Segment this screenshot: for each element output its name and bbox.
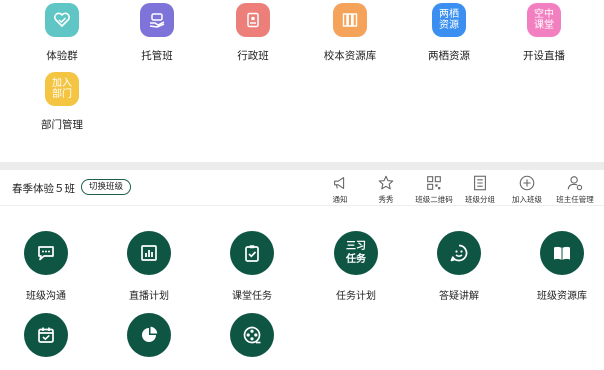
- app-tuoguanban[interactable]: 托管班: [107, 3, 207, 63]
- app-tiyanqun[interactable]: 体验群: [12, 3, 112, 63]
- fn-class-task[interactable]: 课堂任务: [202, 231, 302, 302]
- hand-care-icon: [140, 3, 174, 37]
- app-xiaoben[interactable]: 校本资源库: [300, 3, 400, 63]
- app-label: 托管班: [141, 50, 173, 62]
- tool-join[interactable]: 加入班级: [504, 174, 550, 205]
- fn-statistics[interactable]: [99, 313, 199, 357]
- app-label: 校本资源库: [323, 50, 377, 62]
- tool-notice[interactable]: 通知: [317, 174, 363, 205]
- fn-live-plan[interactable]: 直播计划: [99, 231, 199, 302]
- switch-class-button[interactable]: 切换班级: [81, 179, 132, 195]
- icon-text: 三习 任务: [346, 241, 366, 265]
- tool-label: 加入班级: [512, 195, 542, 204]
- app-bumen[interactable]: 加入 部门 部门管理: [12, 72, 112, 132]
- app-label: 行政班: [237, 50, 269, 62]
- fn-qa[interactable]: 答疑讲解: [409, 231, 509, 302]
- fn-label: 任务计划: [336, 291, 376, 302]
- app-label: 两栖资源: [428, 50, 470, 62]
- tool-label: 秀秀: [378, 195, 394, 204]
- film-reel-icon: [230, 313, 274, 357]
- app-label: 开设直播: [523, 50, 565, 62]
- smile-chat-icon: [437, 231, 481, 275]
- fn-label: 课堂任务: [232, 291, 272, 302]
- star-icon: [378, 175, 394, 190]
- user-gear-icon: [567, 176, 583, 191]
- fn-class-resources[interactable]: 班级资源库: [512, 231, 604, 302]
- tool-group[interactable]: 班级分组: [457, 174, 503, 205]
- fn-video[interactable]: [202, 313, 302, 357]
- megaphone-icon: [334, 177, 345, 189]
- fn-label: 班级沟通: [26, 291, 66, 302]
- calendar-check-icon: [24, 313, 68, 357]
- app-liangqi[interactable]: 两栖 资源 两栖资源: [399, 3, 499, 63]
- app-label: 部门管理: [41, 119, 83, 131]
- text-badge-icon: 加入 部门: [45, 72, 79, 106]
- fn-label: 直播计划: [129, 291, 169, 302]
- list-icon: [474, 175, 486, 191]
- plus-circle-icon: [519, 175, 535, 191]
- qrcode-icon: [427, 176, 441, 190]
- clipboard-icon: [236, 3, 270, 37]
- text-badge-icon: 空中 课堂: [527, 3, 561, 37]
- class-name: 春季体验５班: [12, 183, 75, 195]
- text-icon: 三习 任务: [334, 231, 378, 275]
- fn-label: 答疑讲解: [439, 291, 479, 302]
- app-xingzhengban[interactable]: 行政班: [203, 3, 303, 63]
- app-grid: 体验群 托管班 行政班 校本资源库 两栖 资源 两栖资源 空中 课堂 开设直播 …: [0, 0, 604, 160]
- fn-task-plan[interactable]: 三习 任务 任务计划: [306, 231, 406, 302]
- app-zhibo[interactable]: 空中 课堂 开设直播: [494, 3, 594, 63]
- tool-xiuxiu[interactable]: 秀秀: [363, 174, 409, 205]
- chat-bubble-icon: [24, 231, 68, 275]
- tool-label: 班级二维码: [415, 195, 453, 204]
- books-icon: [333, 3, 367, 37]
- fn-label: 班级资源库: [537, 291, 587, 302]
- open-book-icon: [540, 231, 584, 275]
- tool-teacher-admin[interactable]: 班主任管理: [552, 174, 598, 205]
- section-divider: [0, 162, 604, 170]
- app-label: 体验群: [46, 50, 78, 62]
- bar-chart-icon: [127, 231, 171, 275]
- class-header: 春季体验５班 切换班级 通知 秀秀 班级二维码 班级分组 加入班级 班主任管理: [0, 170, 604, 206]
- fn-calendar[interactable]: [0, 313, 96, 357]
- tool-qrcode[interactable]: 班级二维码: [411, 174, 457, 205]
- heart-chat-icon: [45, 3, 79, 37]
- tool-label: 班主任管理: [556, 195, 594, 204]
- text-badge-icon: 两栖 资源: [432, 3, 466, 37]
- fn-class-chat[interactable]: 班级沟通: [0, 231, 96, 302]
- tool-label: 班级分组: [465, 195, 495, 204]
- tool-label: 通知: [332, 195, 348, 204]
- pie-chart-icon: [127, 313, 171, 357]
- clipboard-check-icon: [230, 231, 274, 275]
